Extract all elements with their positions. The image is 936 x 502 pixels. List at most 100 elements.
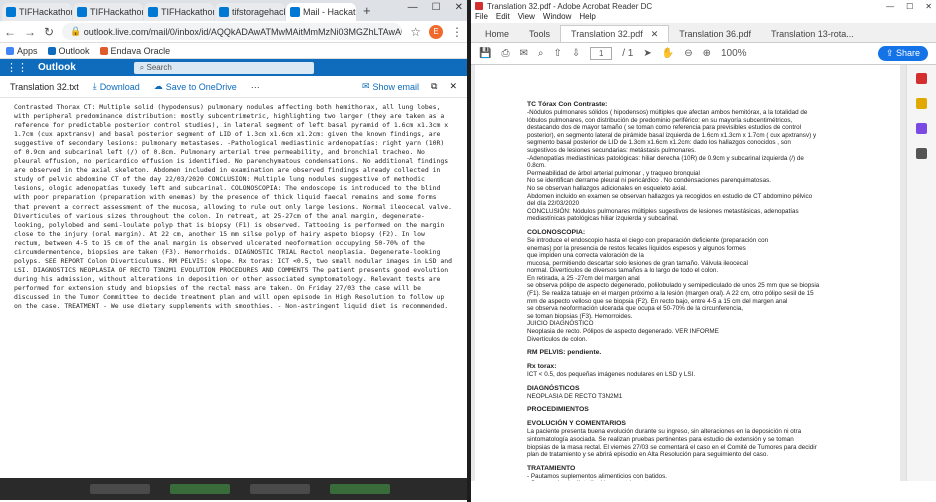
- menu-dots-icon[interactable]: ⋮: [451, 25, 463, 39]
- pdf-text-line: mm de aspecto velloso que se biopsia (F2…: [527, 297, 788, 305]
- pdf-text-line: se observa pólipo de aspecto degenerado,…: [527, 282, 820, 290]
- save-onedrive-button[interactable]: ☁ Save to OneDrive: [154, 81, 237, 92]
- window-controls: — ☐ ✕: [886, 2, 932, 11]
- browser-tab[interactable]: TIFHackathon✕: [144, 3, 214, 21]
- pdf-text-line: Divertículos de colon.: [527, 335, 588, 343]
- tab-label: TIFHackathon: [90, 7, 143, 17]
- browser-tab-active[interactable]: Mail - Hackath✕: [286, 3, 356, 21]
- pdf-heading: COLONOSCOPIA:: [527, 228, 586, 236]
- pdf-text-line: segmento basal posterior de LID de 1.3cm…: [527, 139, 791, 147]
- url-field[interactable]: 🔒 outlook.live.com/mail/0/inbox/id/AQQkA…: [62, 23, 403, 40]
- outlook-icon: [47, 46, 56, 55]
- menu-file[interactable]: File: [475, 12, 488, 23]
- pdf-text-line: -Adenopatías mediastínicas patológicas: …: [527, 154, 804, 162]
- show-email-button[interactable]: ✉ Show email: [362, 81, 419, 92]
- maximize-icon[interactable]: ☐: [906, 2, 913, 11]
- document-area: TC Tórax Con Contraste: -Nódulos pulmonar…: [471, 65, 936, 481]
- menu-edit[interactable]: Edit: [496, 12, 510, 23]
- cloud-icon: ☁: [153, 81, 163, 91]
- acrobat-window: Translation 32.pdf - Adobe Acrobat Reade…: [471, 0, 936, 502]
- app-launcher-icon[interactable]: ⋮⋮: [6, 61, 28, 74]
- pdf-text-line: 0.8cm.: [527, 162, 546, 170]
- bookmark-apps[interactable]: Apps: [6, 46, 38, 56]
- pdf-text-line: - Se recomienda dieta líquida no astring…: [527, 480, 900, 481]
- pdf-text-line: NEOPLASIA DE RECTO T3N2M1: [527, 392, 623, 400]
- attachment-preview: Translation 32.txt ⤓ Download ☁ Save to On…: [0, 76, 467, 500]
- browser-window: TIFHackathon✕ TIFHackathon✕ TIFHackathon…: [0, 0, 467, 502]
- search-input[interactable]: ⌕ Search: [133, 61, 314, 74]
- doc-tab[interactable]: Translation 13-rota...: [761, 25, 864, 42]
- maximize-icon[interactable]: ☐: [432, 2, 441, 13]
- search-icon[interactable]: ⌕: [538, 48, 544, 59]
- page-down-icon[interactable]: ⇩: [572, 48, 580, 59]
- pdf-text-line: -Nódulos pulmonares sólidos ( hipodensos…: [527, 109, 808, 116]
- doc-tab[interactable]: Translation 36.pdf: [669, 25, 761, 42]
- mail-icon: ✉: [361, 81, 370, 91]
- doc-tab-label: Translation 13-rota...: [771, 28, 854, 39]
- close-window-icon[interactable]: ✕: [455, 2, 463, 13]
- apps-icon: [6, 46, 14, 55]
- page-up-icon[interactable]: ⇧: [553, 48, 561, 59]
- tools-icon[interactable]: [916, 148, 927, 159]
- pdf-text-line: enemas) por la presencia de restos fecal…: [527, 244, 746, 252]
- bookmark-outlook[interactable]: Outlook: [47, 46, 90, 56]
- print-icon[interactable]: ⎙: [501, 48, 509, 59]
- doc-tab-active[interactable]: Translation 32.pdf ✕: [560, 25, 670, 42]
- url-text: outlook.live.com/mail/0/inbox/id/AQQkADA…: [83, 26, 402, 37]
- save-label: Save to OneDrive: [165, 81, 237, 92]
- menu-window[interactable]: Window: [543, 12, 571, 23]
- back-icon[interactable]: ←: [4, 25, 16, 39]
- tab-home[interactable]: Home: [475, 25, 519, 42]
- pdf-heading: RM PELVIS: pendiente.: [527, 349, 602, 357]
- new-tab-button[interactable]: +: [357, 3, 377, 18]
- export-pdf-icon[interactable]: [916, 73, 927, 84]
- hand-tool-icon[interactable]: ✋: [662, 48, 674, 59]
- select-cursor-icon[interactable]: ➤: [643, 48, 651, 59]
- email-icon[interactable]: ✉: [519, 48, 527, 59]
- tab-label: tifstoragehacka: [232, 7, 285, 17]
- share-button[interactable]: ⇪ Share: [877, 46, 928, 61]
- participant-tile: [90, 484, 150, 494]
- more-button[interactable]: ···: [251, 82, 260, 92]
- reload-icon[interactable]: ↻: [44, 25, 54, 39]
- minimize-icon[interactable]: —: [408, 2, 418, 13]
- close-icon[interactable]: ✕: [449, 81, 457, 92]
- document-tabs: Home Tools Translation 32.pdf ✕ Translati…: [471, 23, 936, 43]
- bookmark-endava[interactable]: Endava Oracle: [99, 46, 170, 56]
- minimize-icon[interactable]: —: [886, 2, 894, 11]
- forward-icon[interactable]: →: [24, 25, 36, 39]
- menu-bar: File Edit View Window Help: [471, 12, 936, 23]
- pdf-heading: TC Tórax Con Contraste:: [527, 101, 608, 108]
- close-icon[interactable]: ✕: [651, 29, 659, 40]
- close-window-icon[interactable]: ✕: [925, 2, 932, 11]
- popout-icon[interactable]: ⧉: [431, 81, 437, 92]
- endava-icon: [99, 46, 108, 55]
- comment-icon[interactable]: [916, 98, 927, 109]
- fill-sign-icon[interactable]: [916, 123, 927, 134]
- browser-tab[interactable]: TIFHackathon✕: [2, 3, 72, 21]
- save-icon[interactable]: 💾: [479, 48, 491, 59]
- pdf-text-line: No se observan hallazgos adicionales en …: [527, 184, 687, 192]
- page-number-input[interactable]: 1: [590, 47, 613, 60]
- menu-view[interactable]: View: [518, 12, 535, 23]
- profile-avatar[interactable]: E: [429, 24, 443, 39]
- attachment-name: Translation 32.txt: [10, 81, 79, 92]
- tab-favicon: [290, 7, 300, 17]
- pdf-text-line: En retirada, a 25 -27cm del margen anal: [527, 274, 640, 282]
- pdf-text-line: CONCLUSIÓN: Nódulos pulmonares múltiples…: [527, 207, 799, 215]
- zoom-in-icon[interactable]: ⊕: [703, 48, 711, 59]
- tab-tools[interactable]: Tools: [519, 25, 560, 42]
- pdf-heading: DIAGNÓSTICOS: [527, 384, 580, 392]
- star-icon[interactable]: ☆: [410, 25, 421, 39]
- pdf-text-line: se observa neoformación ulcerada que ocu…: [527, 305, 743, 313]
- browser-tab[interactable]: tifstoragehacka✕: [215, 3, 285, 21]
- download-button[interactable]: ⤓ Download: [93, 81, 140, 92]
- pdf-heading: PROCEDIMIENTOS: [527, 406, 589, 414]
- zoom-out-icon[interactable]: ⊖: [684, 48, 692, 59]
- download-icon: ⤓: [92, 81, 97, 91]
- zoom-level[interactable]: 100%: [721, 48, 747, 59]
- browser-tab[interactable]: TIFHackathon✕: [73, 3, 143, 21]
- menu-help[interactable]: Help: [579, 12, 595, 23]
- tab-label: TIFHackathon: [19, 7, 72, 17]
- pdf-text-line: Se introduce el endoscopio hasta el cieg…: [527, 236, 769, 244]
